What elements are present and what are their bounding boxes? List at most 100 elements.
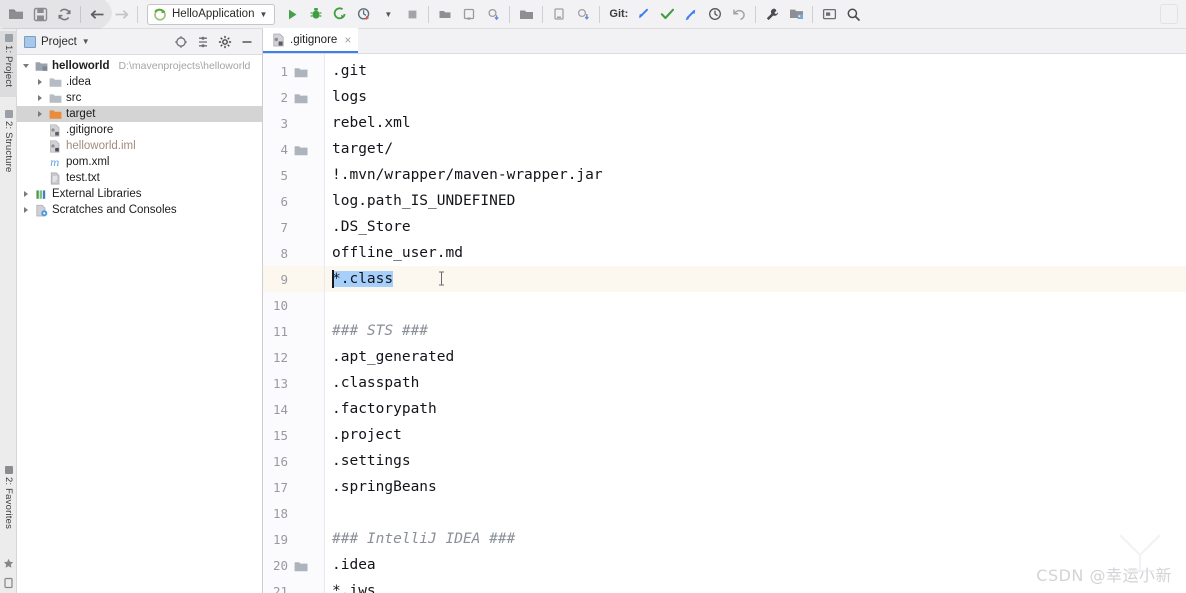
code-line[interactable]: ### STS ###	[325, 318, 428, 344]
structure-icon	[4, 110, 13, 118]
gutter-empty	[294, 404, 308, 415]
tree-node-pom-xml[interactable]: m pom.xml	[17, 154, 262, 170]
code-line[interactable]: log.path_IS_UNDEFINED	[325, 188, 515, 214]
project-structure-icon[interactable]	[457, 3, 481, 25]
tree-node-helloworld[interactable]: helloworld D:\mavenprojects\helloworld	[17, 58, 262, 74]
code-editor[interactable]: 1 2 3 4 5 6 7 8 9 10 11 12 13 14 15 16 17 18 19 20 21 .git lo…	[263, 54, 1186, 593]
git-rollback-undo-icon[interactable]	[727, 3, 751, 25]
tool-window-tab-structure[interactable]: 2: Structure	[0, 107, 17, 187]
navigate-back-icon[interactable]	[85, 3, 109, 25]
current-line-highlight	[325, 266, 1186, 292]
tree-node-external-libraries[interactable]: External Libraries	[17, 186, 262, 202]
run-with-coverage-button[interactable]	[328, 3, 352, 25]
git-update-project-icon[interactable]	[631, 3, 655, 25]
tree-node-test-txt[interactable]: test.txt	[17, 170, 262, 186]
project-view-chevron-down-icon[interactable]: ▼	[82, 37, 90, 46]
gutter-line: 4	[263, 136, 324, 162]
chevron-right-icon[interactable]	[35, 109, 45, 119]
git-history-clock-icon[interactable]	[703, 3, 727, 25]
tree-node--idea[interactable]: .idea	[17, 74, 262, 90]
line-number: 15	[272, 427, 288, 443]
code-line[interactable]: ### IntelliJ IDEA ###	[325, 526, 515, 552]
code-line[interactable]: .factorypath	[325, 396, 437, 422]
code-line[interactable]: .settings	[325, 448, 411, 474]
code-line[interactable]: .classpath	[325, 370, 419, 396]
chevron-right-icon[interactable]	[35, 93, 45, 103]
profiler-button[interactable]	[352, 3, 376, 25]
tree-node-target[interactable]: target	[17, 106, 262, 122]
build-variants-icon	[3, 576, 14, 589]
close-icon[interactable]: ×	[344, 33, 351, 47]
chevron-down-icon[interactable]	[21, 61, 31, 71]
line-number: 18	[272, 505, 288, 521]
settings-sync-icon[interactable]	[481, 3, 505, 25]
code-line[interactable]: offline_user.md	[325, 240, 463, 266]
hide-panel-icon[interactable]	[239, 34, 254, 49]
code-line[interactable]: target/	[325, 136, 393, 162]
build-wrench-icon[interactable]	[760, 3, 784, 25]
code-line[interactable]: *.class	[325, 266, 394, 292]
line-number: 6	[280, 193, 288, 209]
code-line[interactable]: .DS_Store	[325, 214, 411, 240]
open-folder-icon[interactable]	[4, 3, 28, 25]
module-settings-icon[interactable]	[547, 3, 571, 25]
panel-settings-gear-icon[interactable]	[217, 34, 232, 49]
folder-nav-icon[interactable]	[514, 3, 538, 25]
code-line[interactable]	[325, 500, 332, 526]
gutter-line: 8	[263, 240, 324, 266]
navigate-forward-icon[interactable]	[109, 3, 133, 25]
run-configuration-selector[interactable]: HelloApplication ▼	[147, 3, 276, 25]
git-commit-icon[interactable]	[655, 3, 679, 25]
line-number: 1	[280, 63, 288, 79]
sync-refresh-icon[interactable]	[52, 3, 76, 25]
terminal-icon[interactable]	[817, 3, 841, 25]
collapse-all-icon[interactable]	[195, 34, 210, 49]
code-line[interactable]: .springBeans	[325, 474, 437, 500]
save-all-icon[interactable]	[28, 3, 52, 25]
line-number: 17	[272, 479, 288, 495]
editor-gutter[interactable]: 1 2 3 4 5 6 7 8 9 10 11 12 13 14 15 16 17 18 19 20 21	[263, 54, 325, 593]
text-file-icon	[49, 172, 62, 185]
chevron-right-icon[interactable]	[35, 77, 45, 87]
project-panel-title: Project	[41, 35, 77, 48]
tree-node-scratches-and-consoles[interactable]: Scratches and Consoles	[17, 202, 262, 218]
code-line[interactable]: .idea	[325, 552, 376, 578]
update-project-icon[interactable]	[433, 3, 457, 25]
line-number: 5	[280, 167, 288, 183]
code-line[interactable]: .apt_generated	[325, 344, 454, 370]
code-line[interactable]: *.iws	[325, 578, 376, 593]
maven-projects-icon[interactable]	[784, 3, 808, 25]
code-line[interactable]: logs	[325, 84, 367, 110]
chevron-down-icon[interactable]: ▼	[259, 10, 267, 19]
line-number: 14	[272, 401, 288, 417]
tool-window-tab-project[interactable]: 1: Project	[0, 31, 17, 97]
tree-node-label: .gitignore	[66, 124, 114, 136]
gutter-empty	[294, 378, 308, 389]
gutter-empty	[294, 118, 308, 129]
editor-text-area[interactable]: .git logs rebel.xml target/!.mvn/wrapper/ma…	[325, 54, 1186, 593]
git-push-icon[interactable]	[679, 3, 703, 25]
locate-in-tree-icon[interactable]	[173, 34, 188, 49]
tree-node-label: target	[66, 108, 96, 120]
profiler-dropdown-icon[interactable]: ▼	[376, 3, 400, 25]
code-line[interactable]: rebel.xml	[325, 110, 411, 136]
chevron-right-icon[interactable]	[21, 205, 31, 215]
toolbar-divider-8	[812, 5, 814, 23]
editor-tab-gitignore[interactable]: .gitignore ×	[263, 28, 359, 53]
code-line[interactable]: !.mvn/wrapper/maven-wrapper.jar	[325, 162, 603, 188]
tree-node-helloworld-iml[interactable]: helloworld.iml	[17, 138, 262, 154]
run-configuration-label: HelloApplication	[172, 8, 255, 20]
tree-node--gitignore[interactable]: .gitignore	[17, 122, 262, 138]
download-dependency-icon[interactable]	[571, 3, 595, 25]
search-everywhere-icon[interactable]	[841, 3, 865, 25]
tool-window-tab-favorites[interactable]: 2: Favorites	[0, 463, 17, 547]
chevron-right-icon[interactable]	[21, 189, 31, 199]
tree-node-src[interactable]: src	[17, 90, 262, 106]
code-line[interactable]: .git	[325, 58, 367, 84]
run-button[interactable]	[280, 3, 304, 25]
code-line[interactable]: .project	[325, 422, 402, 448]
debug-button[interactable]	[304, 3, 328, 25]
code-line[interactable]	[325, 292, 332, 318]
stop-button[interactable]	[400, 3, 424, 25]
